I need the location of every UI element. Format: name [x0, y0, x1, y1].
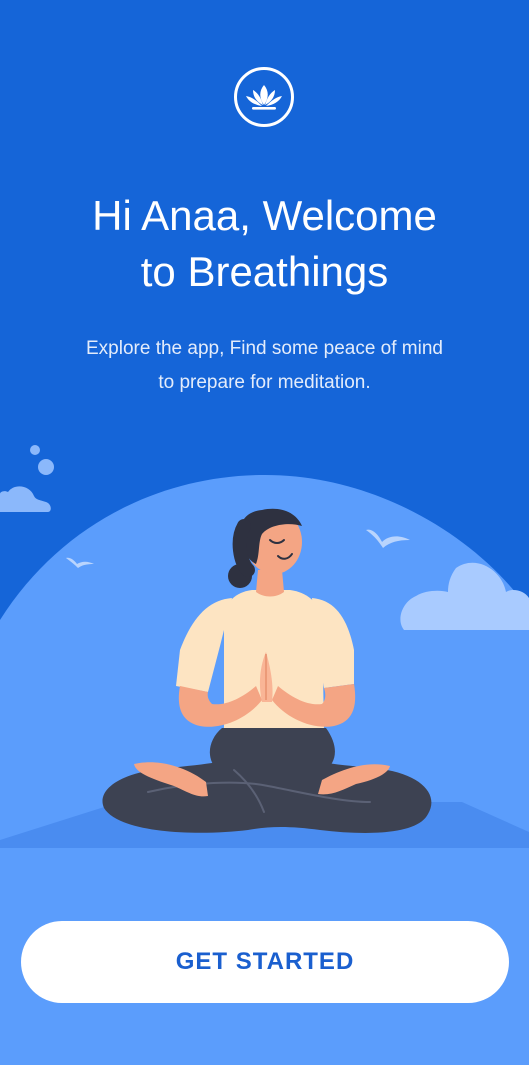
title-line-2: to Breathings	[140, 248, 389, 295]
get-started-button[interactable]: GET STARTED	[21, 921, 509, 1003]
title-line-1: Hi Anaa, Welcome	[92, 192, 437, 239]
page-title: Hi Anaa, Welcome to Breathings	[0, 188, 529, 300]
cloud-left-icon	[0, 445, 54, 512]
lotus-logo-icon	[234, 67, 294, 127]
welcome-screen: Hi Anaa, Welcome to Breathings Explore t…	[0, 0, 529, 1065]
subtitle-line-2: to prepare for meditation.	[158, 372, 371, 393]
subtitle-line-1: Explore the app, Find some peace of mind	[86, 338, 443, 359]
page-subtitle: Explore the app, Find some peace of mind…	[0, 332, 529, 400]
